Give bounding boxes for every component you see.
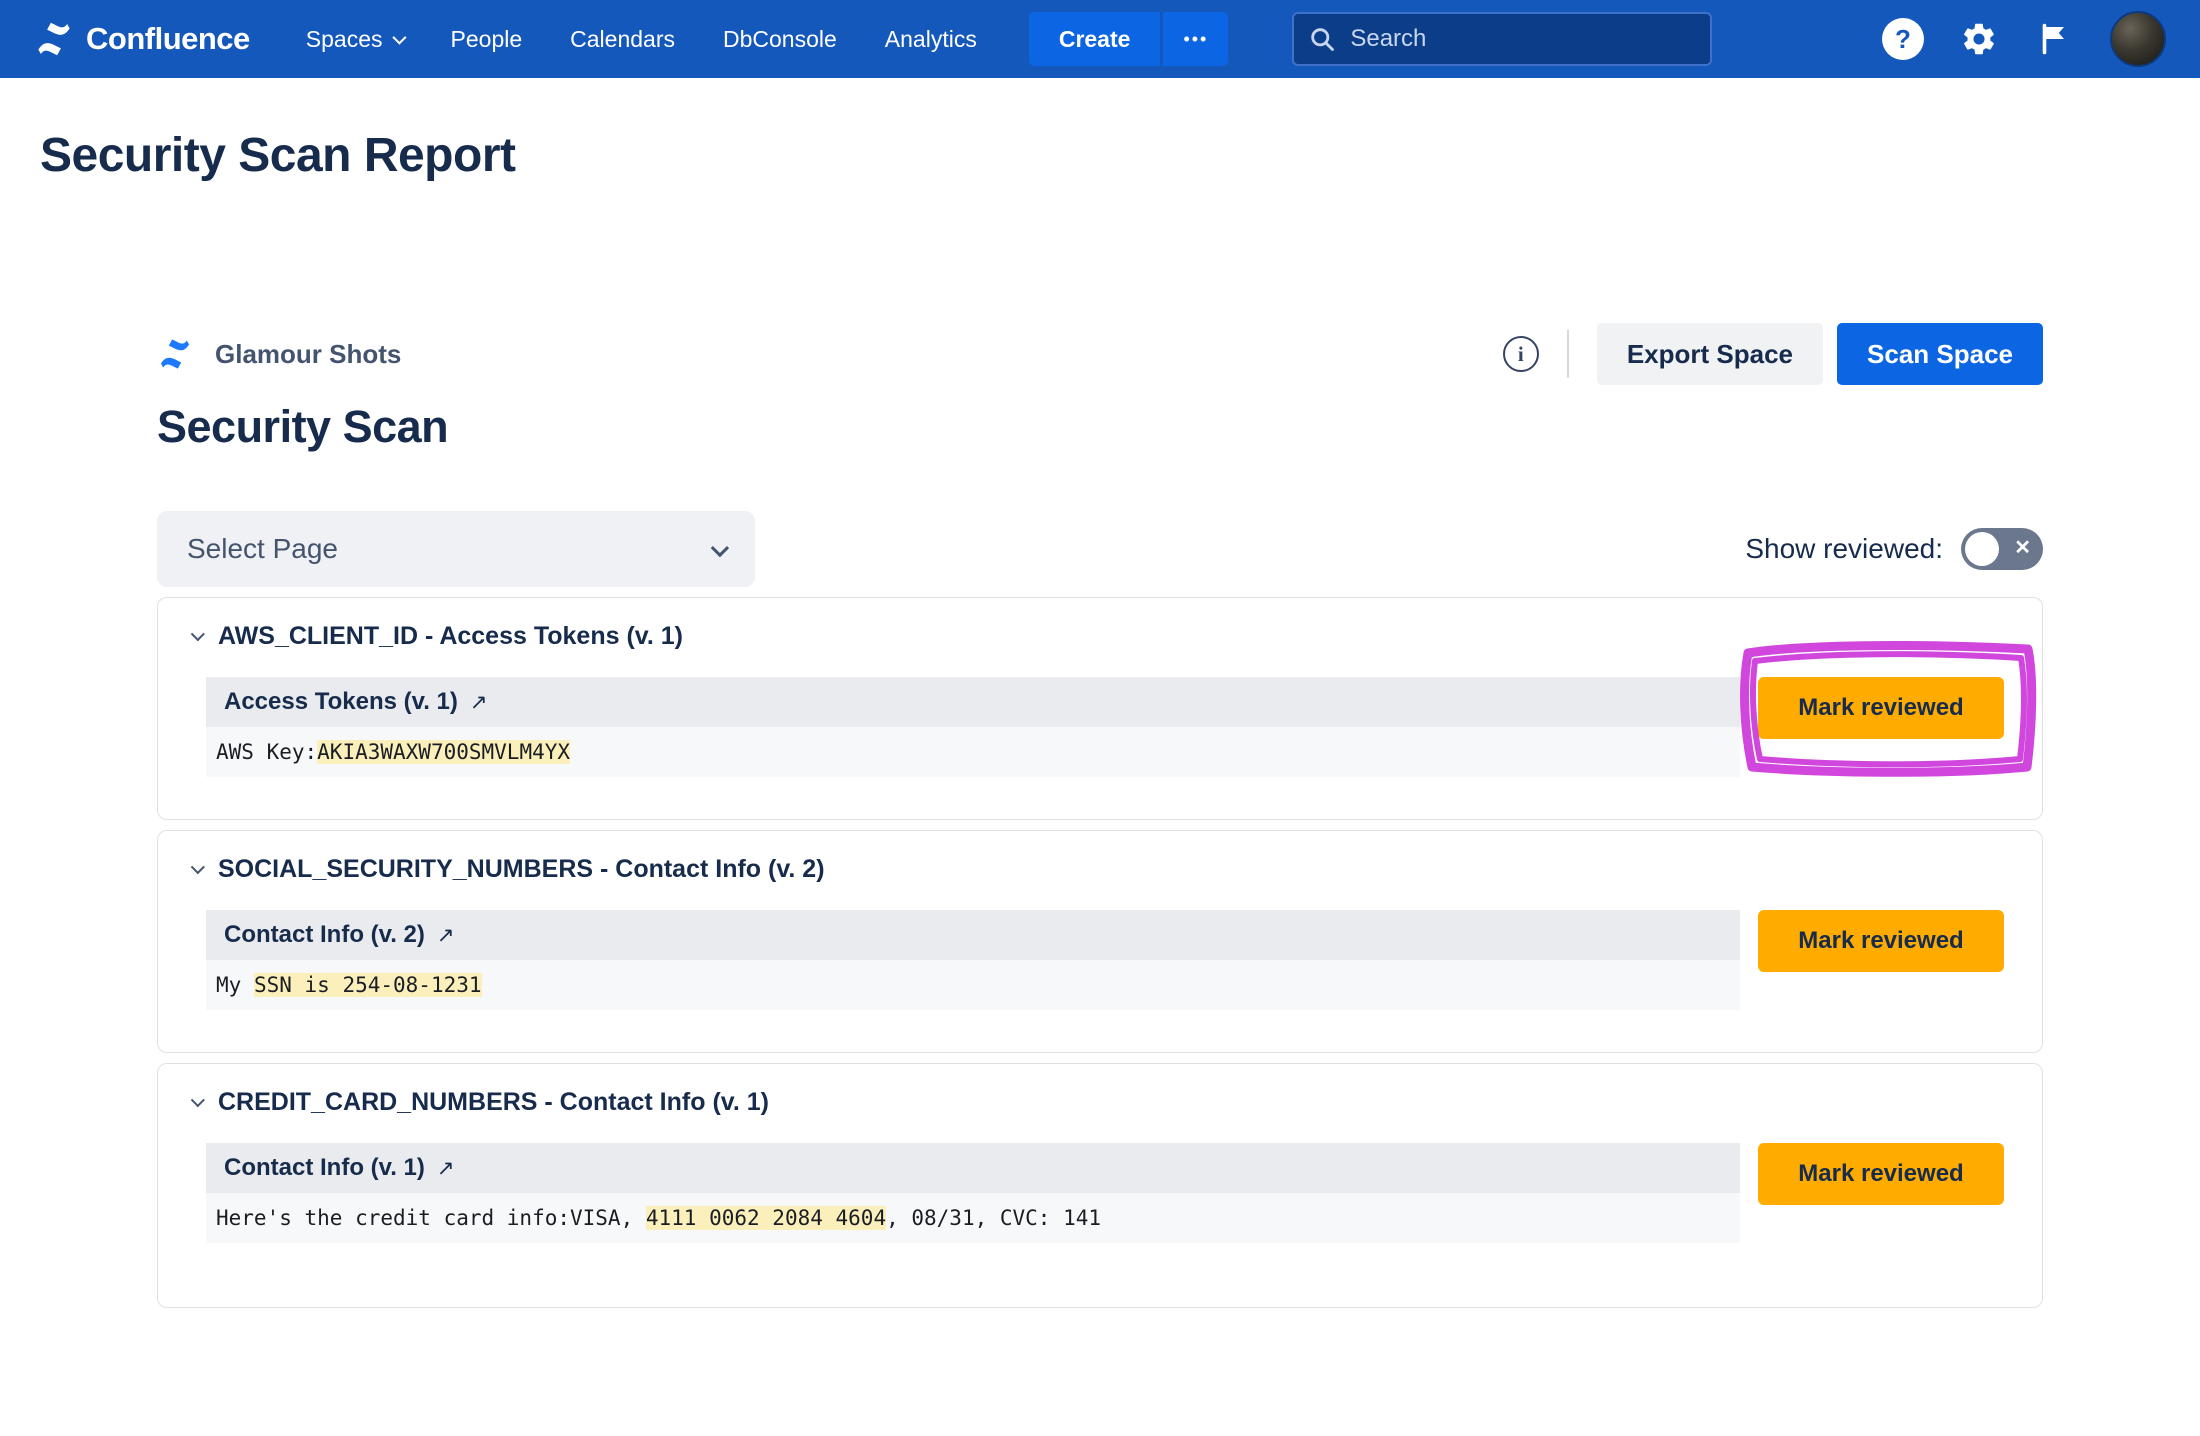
help-icon[interactable]: ?: [1882, 18, 1924, 60]
export-space-button[interactable]: Export Space: [1597, 323, 1823, 385]
source-page-link[interactable]: Access Tokens (v. 1) ↗: [224, 688, 488, 716]
space-actions: i Export Space Scan Space: [1503, 323, 2043, 385]
source-page-label: Contact Info (v. 1): [224, 1154, 425, 1182]
search-icon: [1308, 25, 1336, 53]
confluence-brand[interactable]: Confluence: [34, 19, 250, 59]
nav-item-label: People: [451, 26, 523, 53]
filter-row: Select Page Show reviewed: ✕: [157, 511, 2043, 587]
settings-gear-icon[interactable]: [1958, 18, 2000, 60]
nav-item-calendars[interactable]: Calendars: [570, 26, 675, 53]
external-link-icon: ↗: [470, 690, 488, 715]
finding-title: SOCIAL_SECURITY_NUMBERS - Contact Info (…: [218, 855, 825, 884]
collapse-chevron-icon[interactable]: [191, 860, 205, 874]
finding-title: AWS_CLIENT_ID - Access Tokens (v. 1): [218, 622, 683, 651]
card-title-row: CREDIT_CARD_NUMBERS - Contact Info (v. 1…: [190, 1088, 2004, 1117]
finding-content: My SSN is 254-08-1231: [206, 960, 1740, 1010]
finding-detail: Contact Info (v. 1) ↗ Here's the credit …: [206, 1143, 1740, 1243]
content-prefix: AWS Key:: [216, 740, 317, 764]
section-heading: Security Scan: [157, 401, 2043, 453]
mark-reviewed-button[interactable]: Mark reviewed: [1758, 1143, 2004, 1205]
mark-reviewed-button[interactable]: Mark reviewed: [1758, 677, 2004, 739]
top-nav: Confluence Spaces People Calendars DbCon…: [0, 0, 2200, 78]
main-content: Glamour Shots i Export Space Scan Space …: [157, 323, 2043, 1308]
nav-item-label: DbConsole: [723, 26, 837, 53]
nav-item-people[interactable]: People: [451, 26, 523, 53]
mark-reviewed-wrap: Mark reviewed: [1758, 677, 2004, 739]
flag-icon[interactable]: [2034, 18, 2076, 60]
finding-content: AWS Key:AKIA3WAXW700SMVLM4YX: [206, 727, 1740, 777]
external-link-icon: ↗: [437, 923, 455, 948]
nav-item-label: Calendars: [570, 26, 675, 53]
finding-content: Here's the credit card info:VISA, 4111 0…: [206, 1193, 1740, 1243]
create-button[interactable]: Create: [1029, 12, 1161, 66]
create-more-button[interactable]: •••: [1163, 12, 1228, 66]
page-title: Security Scan Report: [40, 128, 2200, 183]
vertical-divider: [1567, 330, 1569, 378]
toggle-off-icon: ✕: [2014, 535, 2031, 560]
finding-card-credit-card-numbers: CREDIT_CARD_NUMBERS - Contact Info (v. 1…: [157, 1063, 2043, 1308]
nav-item-analytics[interactable]: Analytics: [885, 26, 977, 53]
select-page-dropdown[interactable]: Select Page: [157, 511, 755, 587]
sensitive-highlight: 4111 0062 2084 4604: [646, 1206, 886, 1230]
source-bar: Contact Info (v. 2) ↗: [206, 910, 1740, 960]
chevron-down-icon: [392, 31, 406, 45]
space-name-link[interactable]: Glamour Shots: [215, 339, 401, 370]
nav-right-icons: ?: [1882, 11, 2166, 67]
toggle-knob: [1965, 532, 1999, 566]
card-title-row: SOCIAL_SECURITY_NUMBERS - Contact Info (…: [190, 855, 2004, 884]
source-page-label: Contact Info (v. 2): [224, 921, 425, 949]
mark-reviewed-button[interactable]: Mark reviewed: [1758, 910, 2004, 972]
create-button-group: Create •••: [1029, 12, 1229, 66]
search-input[interactable]: [1292, 12, 1712, 66]
mark-reviewed-wrap: Mark reviewed: [1758, 1143, 2004, 1205]
show-reviewed-toggle[interactable]: ✕: [1961, 528, 2043, 570]
user-avatar[interactable]: [2110, 11, 2166, 67]
chevron-down-icon: [711, 538, 729, 556]
finding-row: Contact Info (v. 2) ↗ My SSN is 254-08-1…: [206, 910, 2004, 1010]
card-title-row: AWS_CLIENT_ID - Access Tokens (v. 1): [190, 622, 2004, 651]
sensitive-highlight: AKIA3WAXW700SMVLM4YX: [317, 740, 570, 764]
nav-item-label: Analytics: [885, 26, 977, 53]
content-suffix: , 08/31, CVC: 141: [886, 1206, 1101, 1230]
brand-name: Confluence: [86, 21, 250, 57]
select-page-label: Select Page: [187, 533, 338, 565]
nav-item-spaces[interactable]: Spaces: [306, 26, 403, 53]
confluence-logo-icon: [34, 19, 74, 59]
search-box: [1292, 12, 1712, 66]
show-reviewed-control: Show reviewed: ✕: [1745, 528, 2043, 570]
space-header-row: Glamour Shots i Export Space Scan Space: [157, 323, 2043, 385]
finding-row: Contact Info (v. 1) ↗ Here's the credit …: [206, 1143, 2004, 1243]
nav-item-label: Spaces: [306, 26, 383, 53]
sensitive-highlight: SSN is 254-08-1231: [254, 973, 482, 997]
info-icon[interactable]: i: [1503, 336, 1539, 372]
content-prefix: Here's the credit card info:VISA,: [216, 1206, 646, 1230]
scan-space-button[interactable]: Scan Space: [1837, 323, 2043, 385]
space-logo-icon: [157, 336, 193, 372]
mark-reviewed-wrap: Mark reviewed: [1758, 910, 2004, 972]
content-prefix: My: [216, 973, 254, 997]
source-bar: Access Tokens (v. 1) ↗: [206, 677, 1740, 727]
finding-row: Access Tokens (v. 1) ↗ AWS Key:AKIA3WAXW…: [206, 677, 2004, 777]
nav-items: Spaces People Calendars DbConsole Analyt…: [306, 26, 977, 53]
space-identity: Glamour Shots: [157, 336, 401, 372]
source-page-label: Access Tokens (v. 1): [224, 688, 458, 716]
collapse-chevron-icon[interactable]: [191, 627, 205, 641]
source-page-link[interactable]: Contact Info (v. 1) ↗: [224, 1154, 455, 1182]
external-link-icon: ↗: [437, 1156, 455, 1181]
finding-detail: Contact Info (v. 2) ↗ My SSN is 254-08-1…: [206, 910, 1740, 1010]
collapse-chevron-icon[interactable]: [191, 1093, 205, 1107]
source-bar: Contact Info (v. 1) ↗: [206, 1143, 1740, 1193]
nav-item-dbconsole[interactable]: DbConsole: [723, 26, 837, 53]
finding-detail: Access Tokens (v. 1) ↗ AWS Key:AKIA3WAXW…: [206, 677, 1740, 777]
finding-title: CREDIT_CARD_NUMBERS - Contact Info (v. 1…: [218, 1088, 769, 1117]
show-reviewed-label: Show reviewed:: [1745, 533, 1943, 565]
finding-card-social-security-numbers: SOCIAL_SECURITY_NUMBERS - Contact Info (…: [157, 830, 2043, 1053]
finding-card-aws-client-id: AWS_CLIENT_ID - Access Tokens (v. 1) Acc…: [157, 597, 2043, 820]
source-page-link[interactable]: Contact Info (v. 2) ↗: [224, 921, 455, 949]
